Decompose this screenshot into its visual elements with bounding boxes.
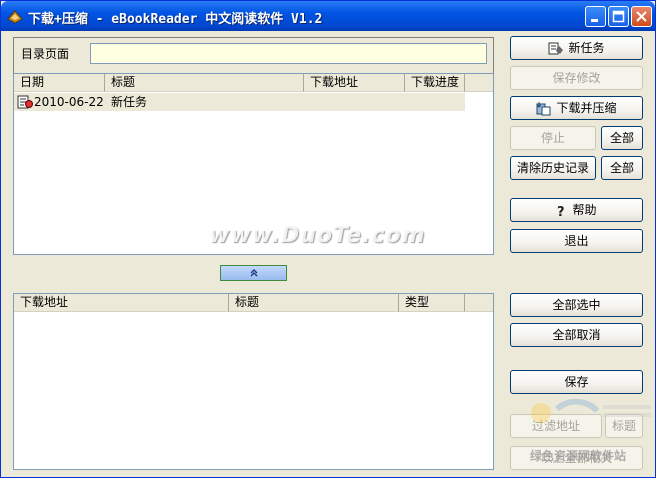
exit-button[interactable]: 退出 xyxy=(510,229,643,253)
column-header-filler xyxy=(465,294,493,312)
result-list[interactable]: 下载地址 标题 类型 xyxy=(13,293,494,470)
clear-all-button[interactable]: 全部 xyxy=(601,156,643,180)
clear-history-button[interactable]: 清除历史记录 xyxy=(510,156,596,180)
column-header-url[interactable]: 下载地址 xyxy=(304,74,405,92)
help-button[interactable]: ? 帮助 xyxy=(510,198,643,222)
save-button[interactable]: 保存 xyxy=(510,370,643,394)
stop-label: 停止 xyxy=(540,131,565,145)
column-header-url[interactable]: 下载地址 xyxy=(14,294,229,312)
title-bar[interactable]: 下载+压缩 - eBookReader 中文阅读软件 V1.2 xyxy=(1,1,655,31)
catalog-input[interactable] xyxy=(90,43,487,64)
book-app-icon xyxy=(7,10,23,24)
exit-label: 退出 xyxy=(564,234,589,248)
app-window: 下载+压缩 - eBookReader 中文阅读软件 V1.2 目录页面 日期 … xyxy=(0,0,656,478)
stop-button[interactable]: 停止 xyxy=(510,126,596,150)
select-all-label: 全部选中 xyxy=(552,298,601,312)
task-title: 新任务 xyxy=(111,95,148,109)
deselect-all-label: 全部取消 xyxy=(552,328,601,342)
table-row[interactable]: 2010-06-22 新任务 xyxy=(14,93,465,111)
select-all-button[interactable]: 全部选中 xyxy=(510,293,643,317)
save-edit-button[interactable]: 保存修改 xyxy=(510,66,643,90)
splitter-toggle[interactable] xyxy=(220,265,287,281)
save-edit-label: 保存修改 xyxy=(552,71,601,85)
minimize-icon xyxy=(591,19,598,22)
new-task-button[interactable]: 新任务 xyxy=(510,36,643,60)
svg-text:?: ? xyxy=(557,205,565,218)
catalog-label: 目录页面 xyxy=(21,47,70,61)
download-compress-label: 下载并压缩 xyxy=(556,101,617,115)
task-date: 2010-06-22 xyxy=(34,95,104,109)
close-button[interactable] xyxy=(631,6,652,27)
help-question-icon: ? xyxy=(557,205,565,218)
save-label: 保存 xyxy=(564,375,589,389)
column-header-title[interactable]: 标题 xyxy=(229,294,399,312)
minimize-button[interactable] xyxy=(585,6,606,27)
clear-all-label: 全部 xyxy=(609,161,634,175)
new-task-icon xyxy=(548,42,564,54)
corner-watermark-text: 绿色资源网软件站 xyxy=(530,449,627,463)
column-header-title[interactable]: 标题 xyxy=(105,74,304,92)
column-header-filler xyxy=(465,74,493,92)
deselect-all-button[interactable]: 全部取消 xyxy=(510,323,643,347)
maximize-button[interactable] xyxy=(608,6,629,27)
column-header-type[interactable]: 类型 xyxy=(399,294,465,312)
task-document-icon xyxy=(17,95,33,109)
new-task-label: 新任务 xyxy=(568,41,605,55)
double-chevron-up-icon xyxy=(250,269,258,277)
column-header-date[interactable]: 日期 xyxy=(14,74,105,92)
download-compress-icon xyxy=(536,101,551,115)
stop-all-label: 全部 xyxy=(609,131,634,145)
stop-all-button[interactable]: 全部 xyxy=(601,126,643,150)
help-label: 帮助 xyxy=(572,203,597,217)
window-title: 下载+压缩 - eBookReader 中文阅读软件 V1.2 xyxy=(28,12,323,27)
clear-history-label: 清除历史记录 xyxy=(516,161,589,175)
watermark: www.DuoTe.com xyxy=(209,223,426,248)
close-icon xyxy=(636,11,647,22)
download-compress-button[interactable]: 下载并压缩 xyxy=(510,96,643,120)
maximize-icon xyxy=(612,10,625,23)
column-header-progress[interactable]: 下载进度 xyxy=(405,74,465,92)
